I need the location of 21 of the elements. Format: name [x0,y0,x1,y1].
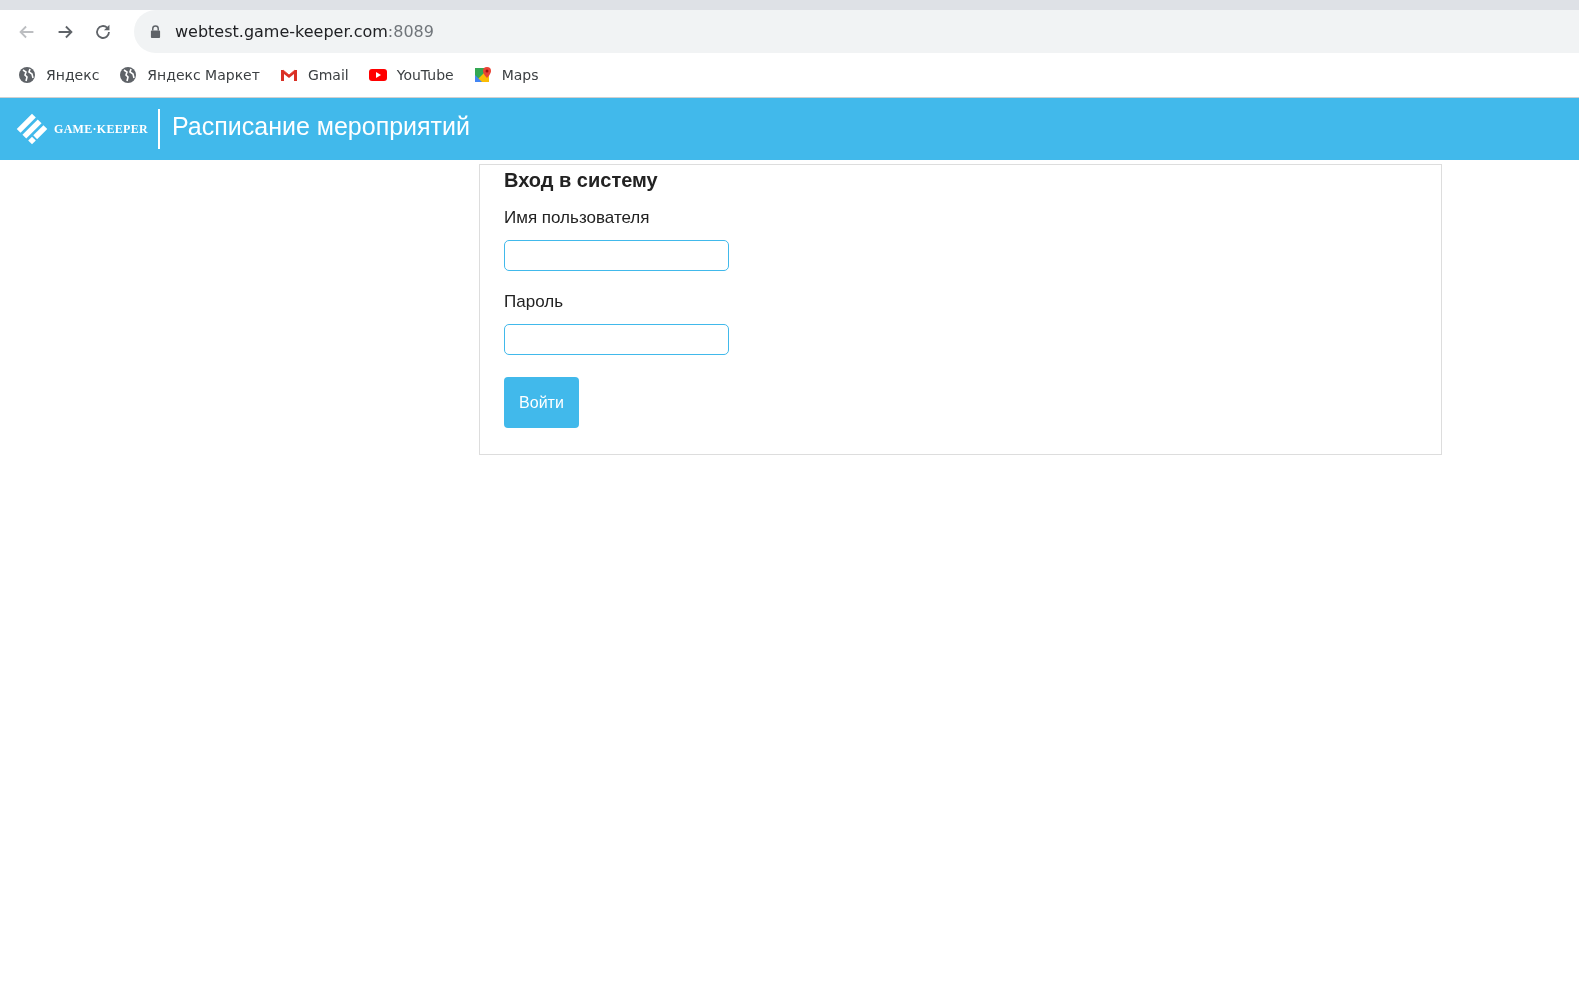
lock-icon [150,25,161,38]
field-label: Пароль [504,292,563,312]
globe-icon [18,66,36,84]
bookmark-link[interactable]: Gmail [279,66,349,84]
bookmark-link[interactable]: Яндекс [18,66,100,84]
address-bar[interactable]: webtest.game-keeper.com:8089 [134,10,1579,53]
map-pin-icon [473,66,492,84]
bookmark-link[interactable]: YouTube [368,66,454,84]
bookmark-link[interactable]: Яндекс Маркет [119,66,260,84]
input-field[interactable] [504,240,729,271]
play-button-icon [368,66,387,84]
url-host: webtest.game-keeper.com [175,22,388,41]
page-title: Расписание мероприятий [172,111,470,141]
bookmark-link[interactable]: Maps [473,66,539,84]
input-field[interactable] [504,324,729,355]
field-label: Имя пользователя [504,208,650,228]
logo-text: GAME·KEEPER [54,121,148,137]
diamond-logo-icon [14,111,50,147]
form-title: Вход в систему [504,169,658,192]
globe-icon [119,66,138,84]
url-port: :8089 [387,22,434,41]
